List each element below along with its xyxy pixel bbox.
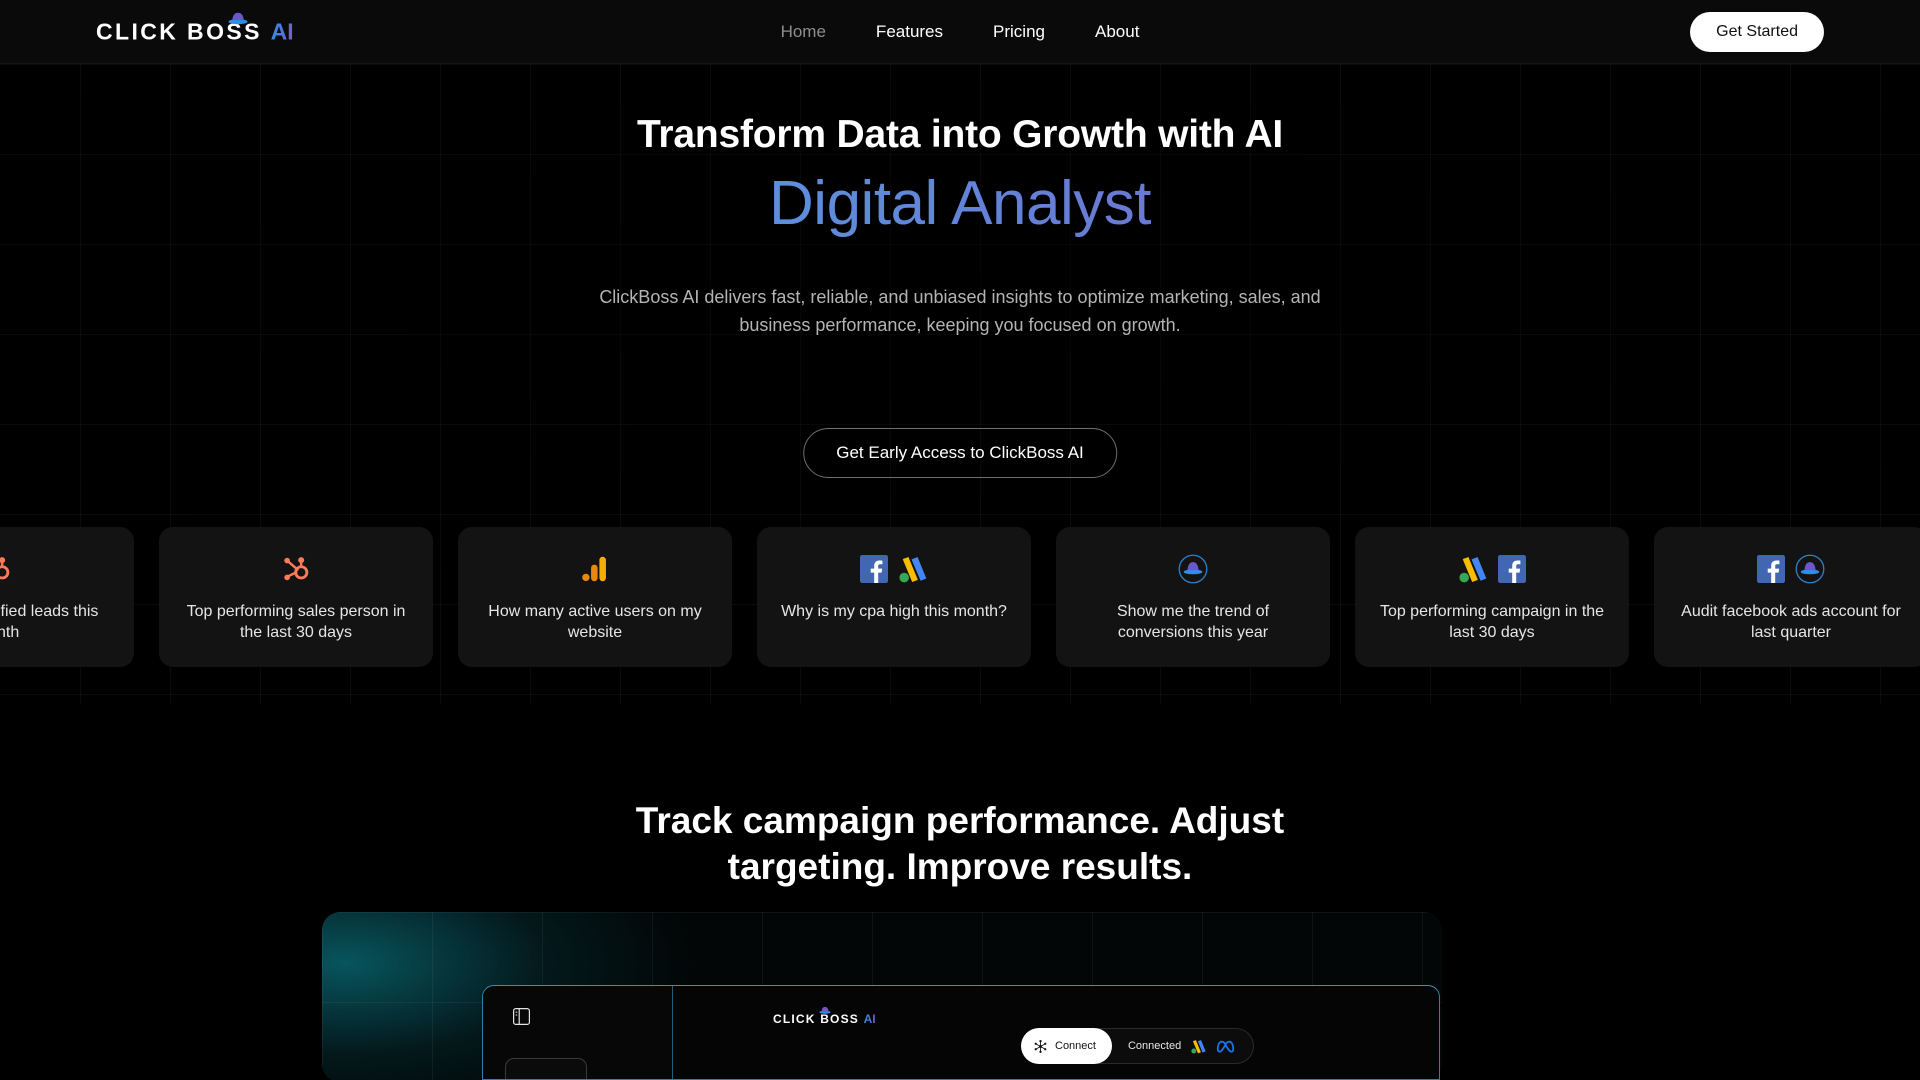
prompt-card[interactable]: Top performing sales person in the last …: [159, 527, 433, 667]
main-navigation: Home Features Pricing About: [781, 22, 1140, 42]
prompt-card[interactable]: Show me qualified leads this month: [0, 527, 134, 667]
hero-cta-button[interactable]: Get Early Access to ClickBoss AI: [803, 428, 1117, 478]
prompt-card-icons: [281, 552, 311, 586]
prompt-cards-strip: Show me qualified leads this month Top pe…: [0, 527, 1920, 667]
logo-ai-text: AI: [270, 18, 294, 44]
google-ads-icon: [1191, 1039, 1206, 1053]
logo-text: CLICK BOSS: [96, 18, 262, 44]
google-ads-icon: [1459, 556, 1487, 582]
connected-status[interactable]: Connected: [1112, 1029, 1253, 1063]
dashboard-mockup-frame: CLICK BOSS AI Connect Connected: [482, 985, 1440, 1080]
google-ads-icon: [899, 556, 927, 582]
mockup-main-area: CLICK BOSS AI Connect Connected: [673, 986, 1439, 1079]
hub-icon: [1034, 1039, 1047, 1053]
prompt-card-text: Audit facebook ads account for last quar…: [1681, 603, 1901, 641]
prompt-card-icons: [1458, 552, 1526, 586]
connect-button-label: Connect: [1055, 1040, 1096, 1052]
nav-item-features[interactable]: Features: [876, 22, 943, 42]
hero-section: Transform Data into Growth with AI Digit…: [0, 64, 1920, 524]
mockup-sidebar-button[interactable]: [505, 1058, 587, 1079]
prompt-card-text: Top performing campaign in the last 30 d…: [1379, 603, 1605, 641]
prompt-card-text: How many active users on my website: [488, 603, 702, 641]
section-two-title: Track campaign performance. Adjust targe…: [635, 800, 1285, 887]
hat-icon: [819, 1006, 831, 1014]
hubspot-icon: [284, 557, 309, 581]
prompt-card[interactable]: Top performing campaign in the last 30 d…: [1355, 527, 1629, 667]
facebook-icon: [860, 555, 888, 583]
prompt-card-text: Top performing sales person in the last …: [186, 603, 406, 641]
hubspot-icon: [0, 557, 10, 580]
meta-icon: [1217, 1040, 1235, 1053]
prompt-card-text: Show me the trend of conversions this ye…: [1116, 603, 1270, 641]
prompt-card-icons: [1178, 552, 1208, 586]
connected-label: Connected: [1127, 1040, 1182, 1052]
prompt-card-icons: [581, 552, 609, 586]
nav-item-pricing[interactable]: Pricing: [993, 22, 1045, 42]
prompt-card-icons: [860, 552, 928, 586]
mockup-logo-ai-text: AI: [863, 1012, 876, 1026]
site-header: CLICK BOSS AI Home Features Pricing Abou…: [0, 0, 1920, 64]
prompt-card-text: Show me qualified leads this month: [0, 603, 99, 641]
hero-gradient-heading: Digital Analyst: [0, 168, 1920, 239]
clickboss-hat-icon: [1178, 554, 1208, 584]
mockup-sidebar: [483, 986, 673, 1079]
prompt-card[interactable]: Audit facebook ads account for last quar…: [1654, 527, 1920, 667]
google-analytics-icon: [582, 556, 606, 582]
mockup-logo-text: CLICK BOSS: [773, 1012, 860, 1026]
prompt-card-text: Why is my cpa high this month?: [781, 603, 1007, 620]
hero-subtitle: ClickBoss AI delivers fast, reliable, an…: [599, 287, 1321, 335]
facebook-icon: [1757, 555, 1785, 583]
prompt-card[interactable]: Why is my cpa high this month?: [757, 527, 1031, 667]
nav-item-about[interactable]: About: [1095, 22, 1139, 42]
clickboss-hat-icon: [1795, 554, 1825, 584]
connect-button[interactable]: Connect: [1021, 1028, 1112, 1064]
prompt-card[interactable]: How many active users on my website: [458, 527, 732, 667]
facebook-icon: [1498, 555, 1526, 583]
mockup-logo: CLICK BOSS AI: [773, 1006, 876, 1026]
panel-toggle-icon[interactable]: [513, 1008, 530, 1025]
prompt-cards-row[interactable]: Show me qualified leads this month Top pe…: [0, 527, 1920, 667]
connect-toggle-group: Connect Connected: [1021, 1028, 1255, 1064]
prompt-card-icons: [0, 552, 12, 586]
landing-page: CLICK BOSS AI Home Features Pricing Abou…: [0, 0, 1920, 1080]
get-started-button[interactable]: Get Started: [1690, 11, 1824, 52]
nav-item-home[interactable]: Home: [781, 22, 826, 42]
prompt-card-icons: [1757, 552, 1825, 586]
prompt-card[interactable]: Show me the trend of conversions this ye…: [1056, 527, 1330, 667]
hero-eyebrow-heading: Transform Data into Growth with AI: [636, 113, 1284, 156]
logo[interactable]: CLICK BOSS AI: [96, 12, 294, 44]
